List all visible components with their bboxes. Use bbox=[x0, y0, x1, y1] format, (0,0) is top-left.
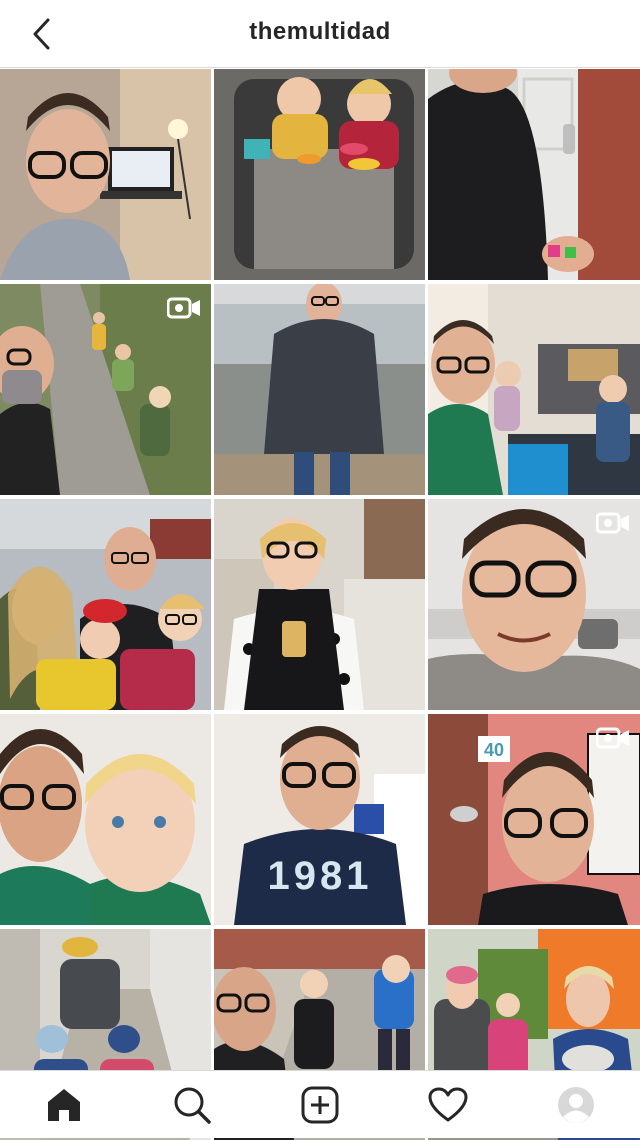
post-thumbnail[interactable] bbox=[428, 69, 640, 280]
post-photo bbox=[214, 284, 425, 495]
post-photo bbox=[0, 714, 211, 925]
new-post-icon bbox=[301, 1086, 339, 1123]
post-thumbnail[interactable] bbox=[428, 284, 640, 495]
post-photo bbox=[0, 499, 211, 710]
nav-search-button[interactable] bbox=[162, 1075, 222, 1135]
video-icon bbox=[596, 512, 629, 534]
post-thumbnail[interactable] bbox=[0, 69, 211, 280]
post-thumbnail[interactable] bbox=[0, 714, 211, 925]
post-thumbnail[interactable]: 1981 bbox=[214, 714, 425, 925]
nav-home-button[interactable] bbox=[34, 1075, 94, 1135]
post-thumbnail[interactable] bbox=[428, 499, 640, 710]
nav-new-post-button[interactable] bbox=[290, 1075, 350, 1135]
top-bar: themultidad bbox=[0, 0, 640, 68]
nav-profile-button[interactable] bbox=[546, 1075, 606, 1135]
post-thumbnail[interactable] bbox=[214, 284, 425, 495]
post-photo bbox=[214, 499, 425, 710]
post-thumbnail[interactable]: 40 bbox=[428, 714, 640, 925]
tshirt-print-text: 1981 bbox=[268, 854, 373, 898]
post-photo bbox=[428, 69, 640, 280]
profile-avatar bbox=[558, 1086, 594, 1123]
home-icon bbox=[48, 1088, 80, 1121]
posts-grid: 1981 40 bbox=[0, 69, 640, 1140]
profile-username-title: themultidad bbox=[249, 18, 391, 45]
post-photo bbox=[428, 284, 640, 495]
post-thumbnail[interactable] bbox=[0, 284, 211, 495]
bottom-navigation bbox=[0, 1070, 640, 1138]
search-icon bbox=[174, 1087, 211, 1124]
post-photo bbox=[214, 69, 425, 280]
post-thumbnail[interactable] bbox=[214, 499, 425, 710]
video-icon bbox=[596, 727, 629, 749]
balloon-number-text: 40 bbox=[484, 740, 504, 760]
heart-icon bbox=[428, 1087, 468, 1121]
post-thumbnail[interactable] bbox=[0, 499, 211, 710]
nav-activity-button[interactable] bbox=[418, 1075, 478, 1135]
post-thumbnail[interactable] bbox=[214, 69, 425, 280]
post-photo bbox=[0, 69, 211, 280]
post-photo: 1981 bbox=[214, 714, 425, 925]
video-icon bbox=[167, 297, 200, 319]
